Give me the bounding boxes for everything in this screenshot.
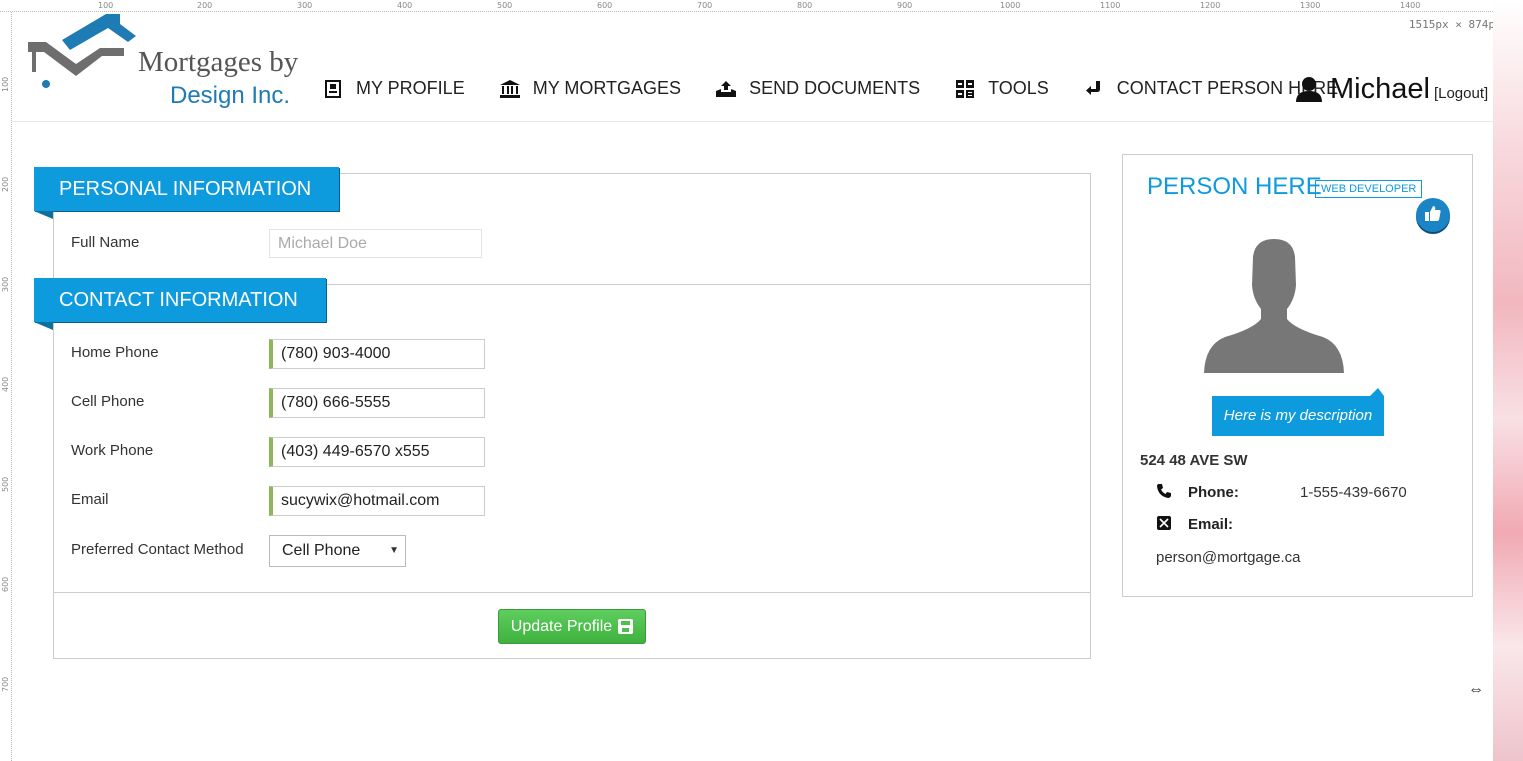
cell-phone-field[interactable]: (780) 666-5555	[269, 388, 485, 418]
nav-my-profile[interactable]: MY PROFILE	[322, 78, 465, 99]
person-address: 524 48 AVE SW	[1140, 452, 1248, 469]
phone-icon	[1156, 484, 1172, 501]
email-value[interactable]: person@mortgage.ca	[1156, 549, 1300, 566]
full-name-field[interactable]: Michael Doe	[269, 229, 482, 258]
like-button[interactable]	[1416, 198, 1450, 232]
cell-phone-label: Cell Phone	[71, 393, 145, 410]
person-description: Here is my description	[1212, 388, 1384, 436]
logout-link[interactable]: [Logout]	[1434, 85, 1488, 102]
user-silhouette-icon	[1296, 76, 1322, 102]
update-profile-label: Update Profile	[510, 617, 613, 635]
nav-label: MY MORTGAGES	[532, 78, 682, 98]
nav-label: SEND DOCUMENTS	[749, 78, 921, 98]
phone-value[interactable]: 1-555-439-6670	[1300, 484, 1407, 501]
envelope-icon	[1156, 516, 1172, 533]
ruler-tick-label: 500	[1, 476, 10, 492]
nav-label: MY PROFILE	[356, 78, 465, 98]
avatar	[1203, 237, 1345, 373]
ruler-tick-label: 700	[1, 676, 10, 692]
contact-info-heading: CONTACT INFORMATION	[34, 278, 326, 330]
preferred-contact-label: Preferred Contact Method	[71, 541, 244, 558]
ruler-top: 100 200 300 400 500 600 700 800 900 1000…	[0, 0, 1493, 12]
ruler-tick-label: 100	[98, 1, 114, 10]
ruler-tick-label: 200	[1, 176, 10, 192]
ruler-left: 100 200 300 400 500 600 700	[0, 12, 12, 761]
reply-arrow-icon	[1083, 79, 1105, 99]
email-field[interactable]: sucywix@hotmail.com	[269, 486, 485, 516]
preferred-contact-select[interactable]: Cell Phone ▼	[269, 535, 406, 567]
upload-tray-icon	[715, 79, 737, 99]
profile-form-panel	[53, 173, 1091, 659]
ruler-tick-label: 600	[1, 576, 10, 592]
phone-label: Phone:	[1188, 484, 1239, 501]
nav-label: TOOLS	[988, 78, 1049, 98]
ruler-tick-label: 1400	[1400, 1, 1421, 10]
email-row: Email:	[1156, 516, 1300, 533]
brand-logo[interactable]: Mortgages by Design Inc.	[28, 12, 318, 112]
profile-card-icon	[322, 79, 344, 99]
bank-icon	[499, 79, 521, 99]
page: 100 200 300 400 500 600 700 800 900 1000…	[0, 0, 1523, 761]
ruler-tick-label: 500	[497, 1, 513, 10]
role-badge: WEB DEVELOPER	[1315, 180, 1423, 198]
ruler-tick-label: 400	[397, 1, 413, 10]
ruler-tick-label: 400	[1, 376, 10, 392]
ruler-tick-label: 900	[897, 1, 913, 10]
section-divider	[53, 592, 1091, 593]
resize-cursor-icon: ⇔	[1468, 681, 1484, 698]
email-label: Email:	[1188, 516, 1234, 533]
full-name-label: Full Name	[71, 234, 140, 251]
ruler-tick-label: 1300	[1300, 1, 1321, 10]
ruler-tick-label: 1200	[1200, 1, 1221, 10]
nav-tools[interactable]: TOOLS	[954, 78, 1049, 99]
floppy-disk-icon	[618, 619, 634, 634]
user-name[interactable]: Michael	[1330, 73, 1430, 106]
brand-name-line2: Design Inc.	[170, 82, 291, 109]
phone-row: Phone: 1-555-439-6670	[1156, 484, 1407, 501]
email-label: Email	[71, 491, 109, 508]
ruler-tick-label: 1000	[1000, 1, 1021, 10]
preferred-contact-value: Cell Phone	[282, 542, 361, 559]
thumbs-up-icon	[1425, 205, 1441, 225]
brand-name-line1: Mortgages by	[138, 46, 299, 78]
caret-down-icon: ▼	[389, 545, 399, 556]
home-phone-label: Home Phone	[71, 344, 159, 361]
ruler-tick-label: 700	[697, 1, 713, 10]
ruler-tick-label: 800	[797, 1, 813, 10]
main-nav: MY PROFILE MY MORTGAGES SEND DOCUMENTS T…	[322, 78, 1372, 99]
person-name: PERSON HERE	[1147, 173, 1322, 200]
update-profile-button[interactable]: Update Profile	[498, 609, 646, 644]
ruler-tick-label: 300	[1, 276, 10, 292]
background-decoration	[1493, 0, 1523, 761]
home-phone-field[interactable]: (780) 903-4000	[269, 339, 485, 369]
nav-my-mortgages[interactable]: MY MORTGAGES	[499, 78, 681, 99]
work-phone-field[interactable]: (403) 449-6570 x555	[269, 437, 485, 467]
calculator-icon	[954, 79, 976, 99]
ruler-tick-label: 1100	[1100, 1, 1121, 10]
ruler-tick-label: 600	[597, 1, 613, 10]
work-phone-label: Work Phone	[71, 442, 154, 459]
contact-person-card: PERSON HERE WEB DEVELOPER Here is my des…	[1122, 154, 1473, 597]
user-menu: Michael [Logout]	[1296, 72, 1488, 106]
site-header: Mortgages by Design Inc. MY PROFILE MY M…	[12, 12, 1493, 122]
ruler-tick-label: 100	[1, 76, 10, 92]
ruler-tick-label: 300	[297, 1, 313, 10]
personal-info-heading: PERSONAL INFORMATION	[34, 167, 340, 219]
house-roof-logo-icon	[28, 14, 136, 88]
ruler-tick-label: 200	[197, 1, 213, 10]
nav-send-documents[interactable]: SEND DOCUMENTS	[715, 78, 920, 99]
